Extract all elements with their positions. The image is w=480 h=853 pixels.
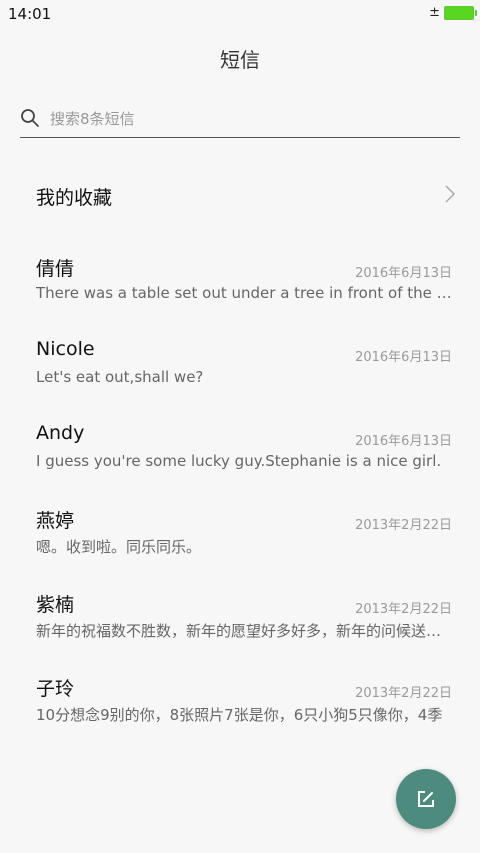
message-date: 2013年2月22日 bbox=[355, 518, 452, 533]
contact-name: 倩倩 bbox=[36, 258, 75, 280]
favorites-label: 我的收藏 bbox=[36, 187, 113, 209]
message-item[interactable]: 紫楠 2013年2月22日 新年的祝福数不胜数，新年的愿望好多好多，新年的问候送… bbox=[0, 582, 480, 666]
compose-icon bbox=[418, 791, 434, 807]
favorites-row[interactable]: 我的收藏 bbox=[0, 165, 480, 223]
battery-icon bbox=[444, 6, 477, 20]
contact-name: Andy bbox=[36, 422, 85, 444]
message-preview: Let's eat out,shall we? bbox=[36, 368, 204, 386]
status-bar: 14:01 ± bbox=[0, 0, 480, 28]
message-item[interactable]: 子玲 2013年2月22日 10分想念9别的你，8张照片7张是你，6只小狗5只像… bbox=[0, 666, 480, 750]
message-date: 2016年6月13日 bbox=[355, 350, 452, 365]
search-input[interactable] bbox=[50, 106, 450, 132]
message-preview: 新年的祝福数不胜数，新年的愿望好多好多，新年的问候送给你 bbox=[36, 622, 454, 640]
message-item[interactable]: 倩倩 2016年6月13日 There was a table set out … bbox=[0, 246, 480, 330]
charging-icon: ± bbox=[429, 5, 440, 20]
message-date: 2016年6月13日 bbox=[355, 266, 452, 281]
contact-name: Nicole bbox=[36, 338, 95, 360]
message-preview: I guess you're some lucky guy.Stephanie … bbox=[36, 452, 442, 470]
message-date: 2016年6月13日 bbox=[355, 434, 452, 449]
chevron-right-icon bbox=[445, 185, 456, 203]
message-list: 倩倩 2016年6月13日 There was a table set out … bbox=[0, 246, 480, 750]
search-icon bbox=[21, 109, 39, 127]
message-item[interactable]: 燕婷 2013年2月22日 嗯。收到啦。同乐同乐。 bbox=[0, 498, 480, 582]
message-item[interactable]: Nicole 2016年6月13日 Let's eat out,shall we… bbox=[0, 330, 480, 414]
status-time: 14:01 bbox=[8, 5, 52, 23]
message-preview: 10分想念9别的你，8张照片7张是你，6只小狗5只像你，4季 bbox=[36, 706, 443, 724]
contact-name: 紫楠 bbox=[36, 594, 75, 616]
contact-name: 子玲 bbox=[36, 678, 75, 700]
message-date: 2013年2月22日 bbox=[355, 602, 452, 617]
message-preview: 嗯。收到啦。同乐同乐。 bbox=[36, 538, 202, 556]
message-date: 2013年2月22日 bbox=[355, 686, 452, 701]
compose-button[interactable] bbox=[396, 769, 456, 829]
message-preview: There was a table set out under a tree i… bbox=[36, 284, 454, 302]
search-bar[interactable] bbox=[20, 106, 460, 138]
status-icons: ± bbox=[429, 5, 477, 20]
message-item[interactable]: Andy 2016年6月13日 I guess you're some luck… bbox=[0, 414, 480, 498]
contact-name: 燕婷 bbox=[36, 510, 75, 532]
page-title: 短信 bbox=[220, 48, 260, 72]
messages-screen: 14:01 ± 短信 我的收藏 倩倩 2016年6月13日 There was … bbox=[0, 0, 480, 853]
